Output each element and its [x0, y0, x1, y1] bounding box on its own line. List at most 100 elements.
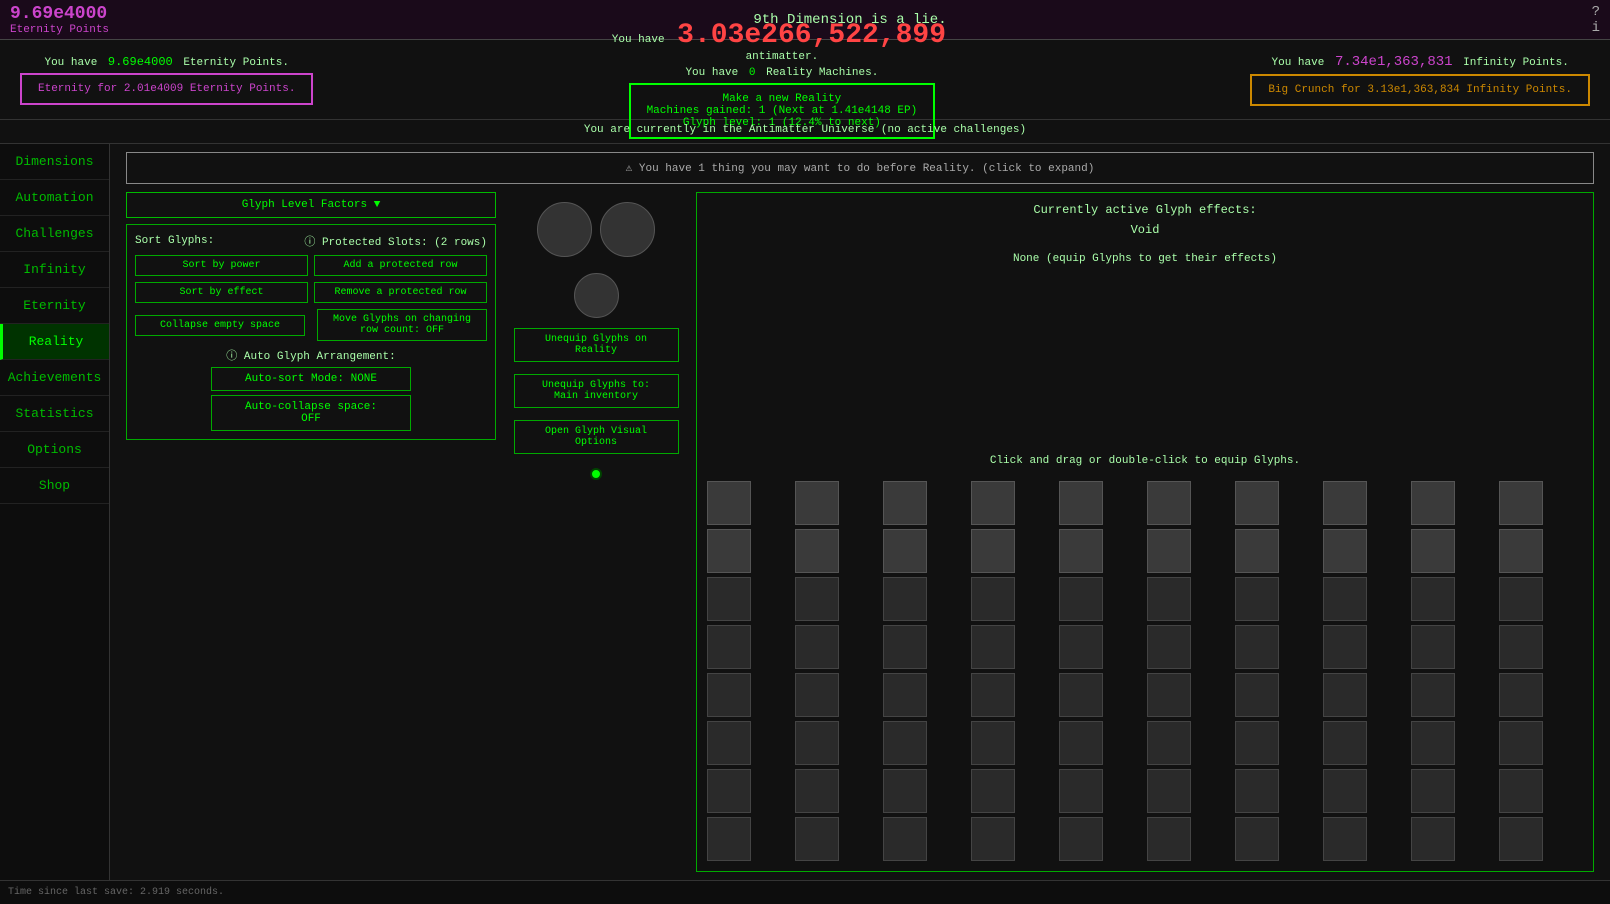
- inv-slot[interactable]: [971, 481, 1015, 525]
- sidebar-item-automation[interactable]: Automation: [0, 180, 109, 216]
- inv-slot[interactable]: [1235, 673, 1279, 717]
- inv-slot[interactable]: [971, 817, 1015, 861]
- inv-slot[interactable]: [1235, 481, 1279, 525]
- inv-slot[interactable]: [707, 625, 751, 669]
- inv-slot[interactable]: [1147, 625, 1191, 669]
- inv-slot[interactable]: [1323, 721, 1367, 765]
- inv-slot[interactable]: [795, 625, 839, 669]
- inv-slot[interactable]: [1411, 625, 1455, 669]
- inv-slot[interactable]: [1059, 769, 1103, 813]
- inv-slot[interactable]: [1235, 577, 1279, 621]
- inv-slot[interactable]: [1059, 481, 1103, 525]
- inv-slot[interactable]: [1499, 625, 1543, 669]
- collapse-empty-space-button[interactable]: Collapse empty space: [135, 315, 305, 336]
- inv-slot[interactable]: [883, 817, 927, 861]
- sidebar-item-reality[interactable]: Reality: [0, 324, 109, 360]
- big-crunch-button[interactable]: Big Crunch for 3.13e1,363,834 Infinity P…: [1250, 74, 1590, 106]
- inv-slot[interactable]: [1059, 577, 1103, 621]
- inv-slot[interactable]: [795, 769, 839, 813]
- inv-slot[interactable]: [707, 481, 751, 525]
- inv-slot[interactable]: [795, 673, 839, 717]
- inv-slot[interactable]: [1499, 817, 1543, 861]
- eternity-button[interactable]: Eternity for 2.01e4009 Eternity Points.: [20, 73, 313, 105]
- auto-collapse-button[interactable]: Auto-collapse space: OFF: [211, 395, 411, 431]
- inv-slot[interactable]: [1411, 529, 1455, 573]
- inv-slot[interactable]: [1499, 529, 1543, 573]
- warning-notice[interactable]: ⚠ You have 1 thing you may want to do be…: [126, 152, 1594, 184]
- sidebar-item-eternity[interactable]: Eternity: [0, 288, 109, 324]
- open-visual-options-button[interactable]: Open Glyph Visual Options: [514, 420, 679, 454]
- inv-slot[interactable]: [1411, 769, 1455, 813]
- sidebar-item-options[interactable]: Options: [0, 432, 109, 468]
- remove-protected-row-button[interactable]: Remove a protected row: [314, 282, 487, 303]
- inv-slot[interactable]: [1235, 817, 1279, 861]
- inv-slot[interactable]: [1499, 673, 1543, 717]
- inv-slot[interactable]: [707, 817, 751, 861]
- inv-slot[interactable]: [1411, 721, 1455, 765]
- glyph-level-factors-button[interactable]: Glyph Level Factors ▼: [126, 192, 496, 218]
- sidebar-item-infinity[interactable]: Infinity: [0, 252, 109, 288]
- inv-slot[interactable]: [707, 529, 751, 573]
- inv-slot[interactable]: [1323, 625, 1367, 669]
- inv-slot[interactable]: [1411, 673, 1455, 717]
- auto-sort-mode-button[interactable]: Auto-sort Mode: NONE: [211, 367, 411, 391]
- inv-slot[interactable]: [1323, 817, 1367, 861]
- inv-slot[interactable]: [1323, 529, 1367, 573]
- inv-slot[interactable]: [971, 769, 1015, 813]
- sidebar-item-achievements[interactable]: Achievements: [0, 360, 109, 396]
- inv-slot[interactable]: [971, 721, 1015, 765]
- inv-slot[interactable]: [1059, 529, 1103, 573]
- inv-slot[interactable]: [1059, 817, 1103, 861]
- inv-slot[interactable]: [1147, 529, 1191, 573]
- sidebar-item-shop[interactable]: Shop: [0, 468, 109, 504]
- sort-by-effect-button[interactable]: Sort by effect: [135, 282, 308, 303]
- inv-slot[interactable]: [1323, 577, 1367, 621]
- inv-slot[interactable]: [1147, 481, 1191, 525]
- inv-slot[interactable]: [1147, 577, 1191, 621]
- inv-slot[interactable]: [883, 673, 927, 717]
- inv-slot[interactable]: [795, 817, 839, 861]
- inv-slot[interactable]: [1235, 769, 1279, 813]
- inv-slot[interactable]: [795, 481, 839, 525]
- inv-slot[interactable]: [707, 673, 751, 717]
- add-protected-row-button[interactable]: Add a protected row: [314, 255, 487, 276]
- inv-slot[interactable]: [795, 721, 839, 765]
- inv-slot[interactable]: [971, 673, 1015, 717]
- inv-slot[interactable]: [971, 625, 1015, 669]
- inv-slot[interactable]: [883, 481, 927, 525]
- inv-slot[interactable]: [1323, 769, 1367, 813]
- inv-slot[interactable]: [707, 577, 751, 621]
- inv-slot[interactable]: [1059, 721, 1103, 765]
- inv-slot[interactable]: [1235, 529, 1279, 573]
- sidebar-item-dimensions[interactable]: Dimensions: [0, 144, 109, 180]
- unequip-to-inventory-button[interactable]: Unequip Glyphs to:Main inventory: [514, 374, 679, 408]
- inv-slot[interactable]: [1499, 721, 1543, 765]
- sort-by-power-button[interactable]: Sort by power: [135, 255, 308, 276]
- inv-slot[interactable]: [1147, 769, 1191, 813]
- inv-slot[interactable]: [971, 577, 1015, 621]
- help-icon[interactable]: ?i: [1570, 4, 1600, 36]
- inv-slot[interactable]: [1499, 769, 1543, 813]
- inv-slot[interactable]: [1411, 577, 1455, 621]
- inv-slot[interactable]: [971, 529, 1015, 573]
- inv-slot[interactable]: [795, 577, 839, 621]
- inv-slot[interactable]: [883, 625, 927, 669]
- inv-slot[interactable]: [1499, 481, 1543, 525]
- inv-slot[interactable]: [883, 529, 927, 573]
- inv-slot[interactable]: [883, 769, 927, 813]
- inv-slot[interactable]: [1235, 625, 1279, 669]
- inv-slot[interactable]: [1411, 481, 1455, 525]
- inv-slot[interactable]: [1147, 673, 1191, 717]
- inv-slot[interactable]: [883, 721, 927, 765]
- inv-slot[interactable]: [1499, 577, 1543, 621]
- move-glyphs-button[interactable]: Move Glyphs on changing row count: OFF: [317, 309, 487, 341]
- inv-slot[interactable]: [707, 721, 751, 765]
- inv-slot[interactable]: [1235, 721, 1279, 765]
- inv-slot[interactable]: [1411, 817, 1455, 861]
- unequip-on-reality-button[interactable]: Unequip Glyphs on Reality: [514, 328, 679, 362]
- inv-slot[interactable]: [1323, 481, 1367, 525]
- sidebar-item-challenges[interactable]: Challenges: [0, 216, 109, 252]
- inv-slot[interactable]: [1147, 817, 1191, 861]
- inv-slot[interactable]: [883, 577, 927, 621]
- inv-slot[interactable]: [1059, 673, 1103, 717]
